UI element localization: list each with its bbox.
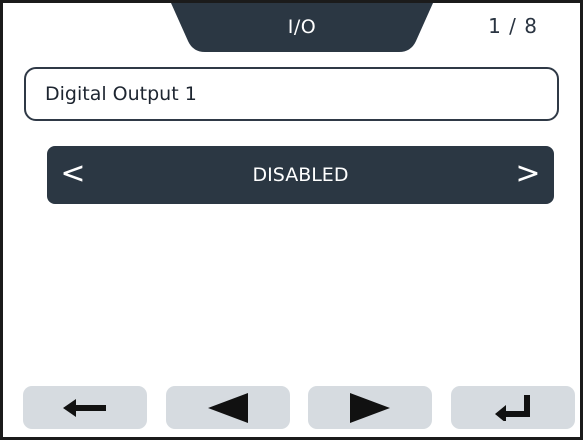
- selector-prev-button[interactable]: <: [53, 146, 93, 204]
- return-icon: [495, 394, 530, 421]
- page-title: I/O: [287, 16, 317, 38]
- enter-button[interactable]: [451, 386, 575, 429]
- arrow-left-icon: [63, 398, 106, 417]
- previous-button[interactable]: [166, 386, 290, 429]
- next-button[interactable]: [308, 386, 432, 429]
- triangle-left-icon: [208, 392, 248, 423]
- page-counter: 1 / 8: [488, 14, 538, 38]
- triangle-right-icon: [350, 392, 390, 423]
- output-name-field[interactable]: Digital Output 1: [24, 67, 559, 121]
- selector-next-button[interactable]: >: [508, 146, 548, 204]
- back-button[interactable]: [23, 386, 147, 429]
- device-screen: I/O 1 / 8 Digital Output 1 < DISABLED >: [0, 0, 583, 440]
- header-tab: I/O: [171, 3, 433, 52]
- selector-value: DISABLED: [252, 164, 349, 186]
- output-name-value: Digital Output 1: [45, 83, 197, 105]
- value-selector: < DISABLED >: [47, 146, 554, 204]
